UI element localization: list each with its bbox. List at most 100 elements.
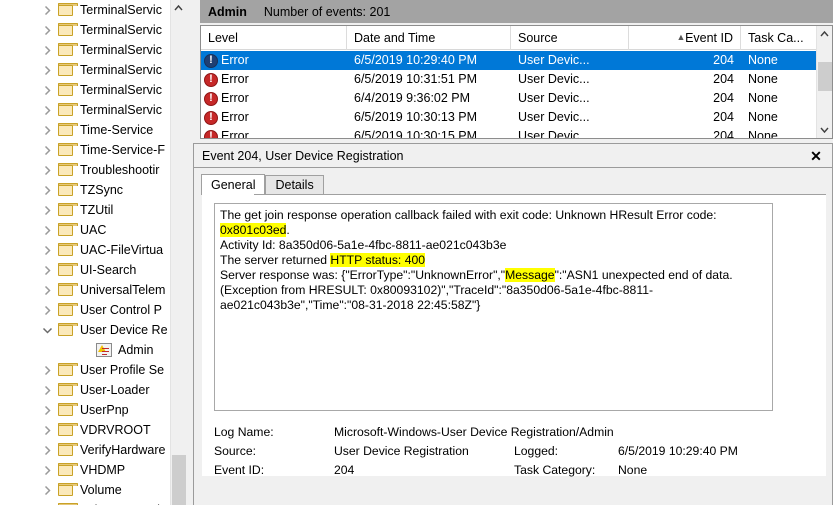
close-icon[interactable]: ✕ [807, 147, 825, 165]
column-header-event-id[interactable]: ▲Event ID [629, 26, 741, 50]
column-header-label: Level [208, 31, 238, 45]
table-row[interactable]: Error6/5/2019 10:30:15 PMUser Devic...20… [201, 127, 817, 139]
column-header-task-ca[interactable]: Task Ca... [741, 26, 817, 50]
event-list-vertical-scrollbar[interactable] [816, 26, 832, 138]
folder-icon [58, 23, 74, 37]
chevron-right-icon[interactable] [40, 140, 54, 160]
tree-item-label: VolumeSnapsh [80, 500, 164, 505]
message-line-3-text: The server returned [220, 253, 330, 267]
chevron-right-icon[interactable] [40, 380, 54, 400]
event-task-cell: None [741, 127, 817, 139]
chevron-right-icon[interactable] [40, 220, 54, 240]
tree-item-ui-search[interactable]: UI-Search [0, 260, 186, 280]
chevron-right-icon[interactable] [40, 420, 54, 440]
tree-item-terminalservic[interactable]: TerminalServic [0, 100, 186, 120]
chevron-right-icon[interactable] [40, 260, 54, 280]
tree-item-troubleshootir[interactable]: Troubleshootir [0, 160, 186, 180]
tab-general[interactable]: General [201, 174, 265, 195]
tree-item-list[interactable]: TerminalServicTerminalServicTerminalServ… [0, 0, 186, 505]
event-level-label: Error [221, 89, 249, 108]
log-content-pane: Admin Number of events: 201 LevelDate an… [186, 0, 833, 505]
tab-details[interactable]: Details [265, 175, 323, 195]
event-date-cell: 6/5/2019 10:31:51 PM [347, 70, 511, 89]
tree-item-user-profile-se[interactable]: User Profile Se [0, 360, 186, 380]
tree-item-user-control-p[interactable]: User Control P [0, 300, 186, 320]
tree-item-user-loader[interactable]: User-Loader [0, 380, 186, 400]
tree-item-terminalservic[interactable]: TerminalServic [0, 60, 186, 80]
chevron-right-icon[interactable] [40, 460, 54, 480]
chevron-right-icon[interactable] [40, 440, 54, 460]
chevron-right-icon[interactable] [40, 40, 54, 60]
tree-item-terminalservic[interactable]: TerminalServic [0, 0, 186, 20]
table-row[interactable]: Error6/5/2019 10:29:40 PMUser Devic...20… [201, 51, 817, 70]
folder-icon [58, 303, 74, 317]
message-line-4: Server response was: {"ErrorType":"Unkno… [220, 268, 768, 313]
tree-item-universaltelem[interactable]: UniversalTelem [0, 280, 186, 300]
table-row[interactable]: Error6/5/2019 10:30:13 PMUser Devic...20… [201, 108, 817, 127]
detail-tabs[interactable]: GeneralDetails [201, 174, 324, 195]
tree-item-volumesnapsh[interactable]: VolumeSnapsh [0, 500, 186, 505]
chevron-down-icon[interactable] [40, 320, 54, 340]
tree-item-terminalservic[interactable]: TerminalServic [0, 80, 186, 100]
event-list[interactable]: Level Date and Time Source ▲Event IDTask Ca… [200, 25, 833, 139]
event-log-tree-pane[interactable]: TerminalServicTerminalServicTerminalServ… [0, 0, 186, 505]
tree-item-time-service[interactable]: Time-Service [0, 120, 186, 140]
tree-item-vhdmp[interactable]: VHDMP [0, 460, 186, 480]
tree-item-terminalservic[interactable]: TerminalServic [0, 40, 186, 60]
tree-item-uac-filevirtua[interactable]: UAC-FileVirtua [0, 240, 186, 260]
chevron-right-icon[interactable] [40, 360, 54, 380]
event-list-scrollbar-thumb[interactable] [818, 62, 832, 91]
chevron-right-icon[interactable] [40, 280, 54, 300]
general-tab-panel: The get join response operation callback… [202, 195, 826, 476]
tree-item-tzutil[interactable]: TZUtil [0, 200, 186, 220]
tree-item-tzsync[interactable]: TZSync [0, 180, 186, 200]
tree-scroll-up-icon[interactable] [171, 0, 186, 17]
tree-item-uac[interactable]: UAC [0, 220, 186, 240]
chevron-right-icon[interactable] [40, 120, 54, 140]
chevron-right-icon[interactable] [40, 200, 54, 220]
chevron-right-icon[interactable] [40, 500, 54, 505]
tree-item-terminalservic[interactable]: TerminalServic [0, 20, 186, 40]
folder-icon [58, 423, 74, 437]
column-header-date-and-time[interactable]: Date and Time [347, 26, 511, 50]
chevron-right-icon[interactable] [40, 0, 54, 20]
chevron-right-icon[interactable] [40, 480, 54, 500]
log-name-label: Log Name: [214, 423, 334, 442]
tree-item-verifyhardware[interactable]: VerifyHardware [0, 440, 186, 460]
column-header-label: Source [518, 31, 558, 45]
event-date-cell: 6/4/2019 9:36:02 PM [347, 89, 511, 108]
chevron-right-icon[interactable] [40, 300, 54, 320]
chevron-right-icon[interactable] [40, 60, 54, 80]
event-level-label: Error [221, 108, 249, 127]
table-row[interactable]: Error6/5/2019 10:31:51 PMUser Devic...20… [201, 70, 817, 89]
chevron-right-icon[interactable] [40, 180, 54, 200]
event-id-cell: 204 [629, 89, 741, 108]
chevron-right-icon[interactable] [40, 160, 54, 180]
chevron-right-icon[interactable] [40, 80, 54, 100]
tree-item-volume[interactable]: Volume [0, 480, 186, 500]
chevron-right-icon[interactable] [40, 100, 54, 120]
table-row[interactable]: Error6/4/2019 9:36:02 PMUser Devic...204… [201, 89, 817, 108]
chevron-right-icon[interactable] [40, 240, 54, 260]
tree-item-vdrvroot[interactable]: VDRVROOT [0, 420, 186, 440]
event-list-scroll-up-icon[interactable] [817, 26, 832, 43]
chevron-right-icon[interactable] [40, 20, 54, 40]
event-list-column-headers[interactable]: Level Date and Time Source ▲Event IDTask Ca… [201, 26, 817, 50]
sort-ascending-icon: ▲ [677, 26, 686, 49]
column-header-source[interactable]: Source [511, 26, 629, 50]
tree-item-admin[interactable]: Admin [0, 340, 186, 360]
tree-item-label: TerminalServic [80, 40, 162, 60]
event-list-scroll-down-icon[interactable] [817, 121, 832, 138]
tree-item-label: Time-Service-F [80, 140, 165, 160]
tree-item-label: UAC-FileVirtua [80, 240, 163, 260]
chevron-right-icon[interactable] [40, 400, 54, 420]
tree-scrollbar-thumb[interactable] [172, 455, 186, 505]
column-header-level[interactable]: Level [201, 26, 347, 50]
event-level-cell: Error [201, 51, 347, 70]
tree-item-time-service-f[interactable]: Time-Service-F [0, 140, 186, 160]
tree-item-userpnp[interactable]: UserPnp [0, 400, 186, 420]
tree-item-user-device-re[interactable]: User Device Re [0, 320, 186, 340]
event-message-box[interactable]: The get join response operation callback… [214, 203, 773, 411]
tree-vertical-scrollbar[interactable] [170, 0, 186, 505]
event-level-label: Error [221, 51, 249, 70]
